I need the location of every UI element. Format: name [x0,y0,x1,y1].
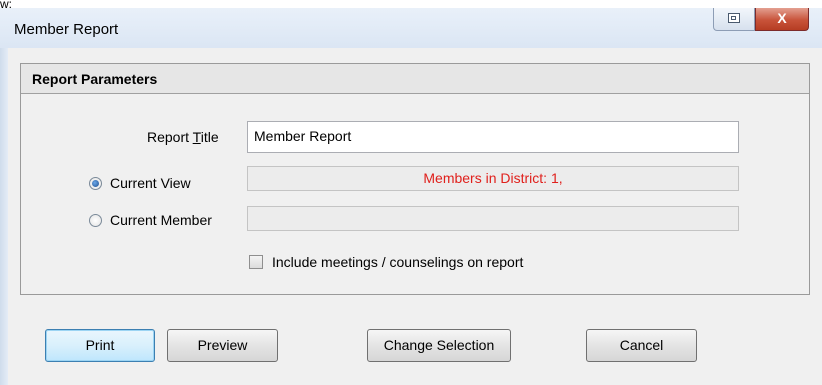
close-icon: X [777,10,787,26]
change-selection-button[interactable]: Change Selection [367,329,511,362]
group-header: Report Parameters [21,64,809,94]
report-parameters-group: Report Parameters Report Title Member Re… [20,63,810,295]
close-button[interactable]: X [755,8,809,31]
current-member-radio[interactable] [89,214,102,227]
restore-button[interactable] [713,8,755,31]
report-title-input[interactable]: Member Report [247,121,739,153]
cancel-button[interactable]: Cancel [586,329,697,362]
current-member-label: Current Member [110,212,212,228]
member-report-dialog: Member Report X Report Parameters Report… [0,8,822,385]
report-title-label-text-end: itle [200,129,219,145]
preview-button[interactable]: Preview [167,329,278,362]
current-member-field [247,206,739,231]
print-button[interactable]: Print [45,329,155,362]
report-title-label: Report Title [147,129,219,145]
cropped-heading-fragment: w: [0,0,12,8]
group-title: Report Parameters [32,71,158,87]
window-title: Member Report [14,21,119,38]
current-view-label: Current View [110,175,191,191]
report-title-mnemonic: T [192,129,201,145]
title-bar: Member Report X [0,8,822,48]
restore-icon [728,13,740,23]
current-view-field: Members in District: 1, [247,166,739,191]
current-view-radio[interactable] [89,177,102,190]
report-title-label-text: Report [147,129,193,145]
window-left-border [0,48,8,385]
include-meetings-label: Include meetings / counselings on report [272,254,524,270]
include-meetings-checkbox[interactable] [249,255,263,269]
